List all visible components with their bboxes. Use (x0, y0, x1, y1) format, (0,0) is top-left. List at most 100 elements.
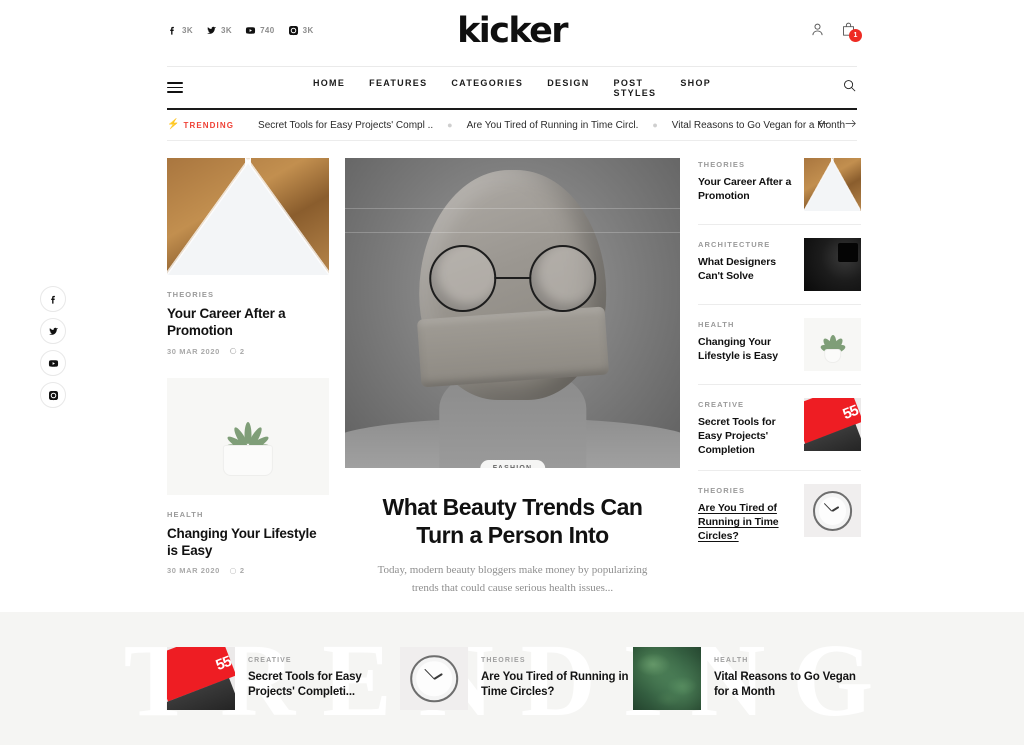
right-sidebar: THEORIES Your Career After a Promotion A… (698, 158, 861, 621)
masthead: 3K 3K 740 3K kicker 1 (167, 0, 862, 66)
left-card-1-title[interactable]: Your Career After a Promotion (167, 305, 329, 340)
hero-title[interactable]: What Beauty Trends Can Turn a Person Int… (345, 493, 680, 549)
account-actions: 1 (809, 20, 862, 42)
bottom-trending-item-3[interactable]: HEALTH Vital Reasons to Go Vegan for a M… (633, 647, 866, 710)
twitter-icon[interactable] (40, 318, 66, 344)
wooden-roof-photo[interactable] (804, 158, 861, 211)
red-laptop-photo[interactable]: 55 (167, 647, 235, 710)
floating-social-rail (40, 286, 66, 408)
trending-nav (817, 116, 857, 134)
nav-item-home[interactable]: HOME (313, 78, 345, 98)
hero-article[interactable]: FASHION What Beauty Trends Can Turn a Pe… (345, 158, 680, 621)
sidebar-item-2[interactable]: ARCHITECTURE What Designers Can't Solve (698, 225, 861, 305)
social-stat-facebook[interactable]: 3K (167, 25, 193, 36)
sidebar-item-2-title[interactable]: What Designers Can't Solve (698, 255, 795, 283)
wall-clock-photo[interactable] (400, 647, 468, 710)
nav-menu: HOME FEATURES CATEGORIES DESIGN POST STY… (313, 78, 711, 98)
potted-plant-photo[interactable] (804, 318, 861, 371)
sidebar-item-3[interactable]: HEALTH Changing Your Lifestyle is Easy (698, 305, 861, 385)
trending-item-2[interactable]: Are You Tired of Running in Time Circl. (467, 120, 639, 131)
bottom-item-2-title[interactable]: Are You Tired of Running in Time Circles… (481, 670, 633, 700)
sidebar-item-1-category[interactable]: THEORIES (698, 160, 795, 169)
bottom-item-3-category[interactable]: HEALTH (714, 657, 866, 664)
sidebar-item-2-category[interactable]: ARCHITECTURE (698, 240, 795, 249)
bottom-item-1-category[interactable]: CREATIVE (248, 657, 400, 664)
youtube-icon (245, 27, 256, 34)
sidebar-item-4-title[interactable]: Secret Tools for Easy Projects' Completi… (698, 415, 795, 457)
left-card-1-comment-count: 2 (239, 346, 245, 356)
bottom-item-1-title[interactable]: Secret Tools for Easy Projects' Completi… (248, 670, 400, 700)
comment-icon (229, 567, 236, 574)
trending-label: ⚡ TRENDING (167, 120, 234, 130)
left-card-2-meta: 30 MAR 2020 2 (167, 566, 329, 575)
wall-clock-photo[interactable] (804, 484, 861, 538)
left-card-1-comments[interactable]: 2 (229, 347, 244, 356)
trending-label-text: TRENDING (183, 120, 235, 130)
instagram-icon[interactable] (40, 382, 66, 408)
bottom-item-2-category[interactable]: THEORIES (481, 657, 633, 664)
left-card-1-date: 30 MAR 2020 (167, 346, 220, 356)
sidebar-item-5[interactable]: THEORIES Are You Tired of Running in Tim… (698, 471, 861, 556)
nav-item-categories[interactable]: CATEGORIES (451, 78, 523, 98)
red-laptop-photo[interactable]: 55 (804, 398, 861, 451)
hero-excerpt: Today, modern beauty bloggers make money… (377, 564, 648, 594)
bottom-trending-items: 55 CREATIVE Secret Tools for Easy Projec… (167, 612, 867, 745)
facebook-icon[interactable] (40, 286, 66, 312)
bottom-trending-item-2[interactable]: THEORIES Are You Tired of Running in Tim… (400, 647, 633, 710)
left-card-2-category[interactable]: HEALTH (167, 510, 329, 519)
dark-interior-photo[interactable] (804, 238, 861, 291)
left-card-1-meta: 30 MAR 2020 2 (167, 347, 329, 356)
potted-plant-photo[interactable] (167, 377, 329, 495)
cart-badge: 1 (849, 29, 862, 42)
sidebar-item-4-category[interactable]: CREATIVE (698, 400, 795, 409)
left-card-2[interactable]: HEALTH Changing Your Lifestyle is Easy 3… (167, 377, 329, 575)
nav-item-shop[interactable]: SHOP (680, 78, 711, 98)
comment-icon (229, 347, 237, 355)
round-glasses (428, 244, 597, 312)
hero-body: What Beauty Trends Can Turn a Person Int… (345, 468, 680, 621)
sidebar-item-3-category[interactable]: HEALTH (698, 320, 795, 329)
bottom-trending-item-1[interactable]: 55 CREATIVE Secret Tools for Easy Projec… (167, 647, 400, 710)
site-logo[interactable]: kicker (457, 14, 568, 49)
bottom-item-3-title[interactable]: Vital Reasons to Go Vegan for a Month (714, 670, 866, 700)
sidebar-item-5-title[interactable]: Are You Tired of Running in Time Circles… (698, 501, 795, 543)
wooden-roof-photo[interactable] (167, 158, 329, 275)
left-card-2-title[interactable]: Changing Your Lifestyle is Easy (167, 525, 329, 560)
wrapped-face-portrait-photo[interactable]: FASHION (345, 158, 680, 468)
cart-icon[interactable]: 1 (840, 20, 862, 42)
social-stat-twitter[interactable]: 3K (206, 25, 232, 36)
content-grid: THEORIES Your Career After a Promotion 3… (167, 141, 861, 621)
trending-item-1[interactable]: Secret Tools for Easy Projects' Compl .. (258, 120, 433, 131)
trending-items: Secret Tools for Easy Projects' Compl ..… (258, 120, 845, 131)
left-card-1-category[interactable]: THEORIES (167, 290, 329, 299)
sidebar-item-1[interactable]: THEORIES Your Career After a Promotion (698, 158, 861, 225)
left-column: THEORIES Your Career After a Promotion 3… (167, 158, 329, 621)
youtube-icon[interactable] (40, 350, 66, 376)
nav-item-features[interactable]: FEATURES (369, 78, 427, 98)
search-icon[interactable] (842, 78, 857, 98)
top-social-stats: 3K 3K 740 3K (167, 25, 314, 36)
bottom-trending-band: TRENDING 55 CREATIVE Secret Tools for Ea… (0, 612, 1024, 745)
sidebar-item-1-title[interactable]: Your Career After a Promotion (698, 175, 795, 203)
sidebar-item-3-title[interactable]: Changing Your Lifestyle is Easy (698, 335, 795, 363)
green-leaves-photo[interactable] (633, 647, 701, 710)
bolt-icon: ⚡ (167, 119, 180, 130)
arrow-left-icon[interactable] (817, 116, 830, 134)
left-card-2-comments[interactable]: 2 (229, 566, 244, 575)
social-stat-instagram[interactable]: 3K (288, 25, 314, 36)
social-stat-youtube[interactable]: 740 (245, 25, 275, 36)
trending-strip: ⚡ TRENDING Secret Tools for Easy Project… (167, 110, 857, 141)
instagram-icon (288, 26, 298, 36)
twitter-icon (206, 26, 217, 34)
user-icon[interactable] (809, 20, 826, 39)
nav-item-post-styles[interactable]: POST STYLES (614, 78, 657, 98)
sidebar-item-4[interactable]: CREATIVE Secret Tools for Easy Projects'… (698, 385, 861, 472)
instagram-count: 3K (302, 26, 314, 35)
hamburger-icon[interactable] (167, 82, 183, 93)
left-card-1[interactable]: THEORIES Your Career After a Promotion 3… (167, 158, 329, 356)
separator-dot: ● (447, 120, 453, 130)
category-badge[interactable]: FASHION (479, 460, 546, 468)
nav-item-design[interactable]: DESIGN (547, 78, 589, 98)
sidebar-item-5-category[interactable]: THEORIES (698, 486, 795, 495)
arrow-right-icon[interactable] (844, 116, 857, 134)
